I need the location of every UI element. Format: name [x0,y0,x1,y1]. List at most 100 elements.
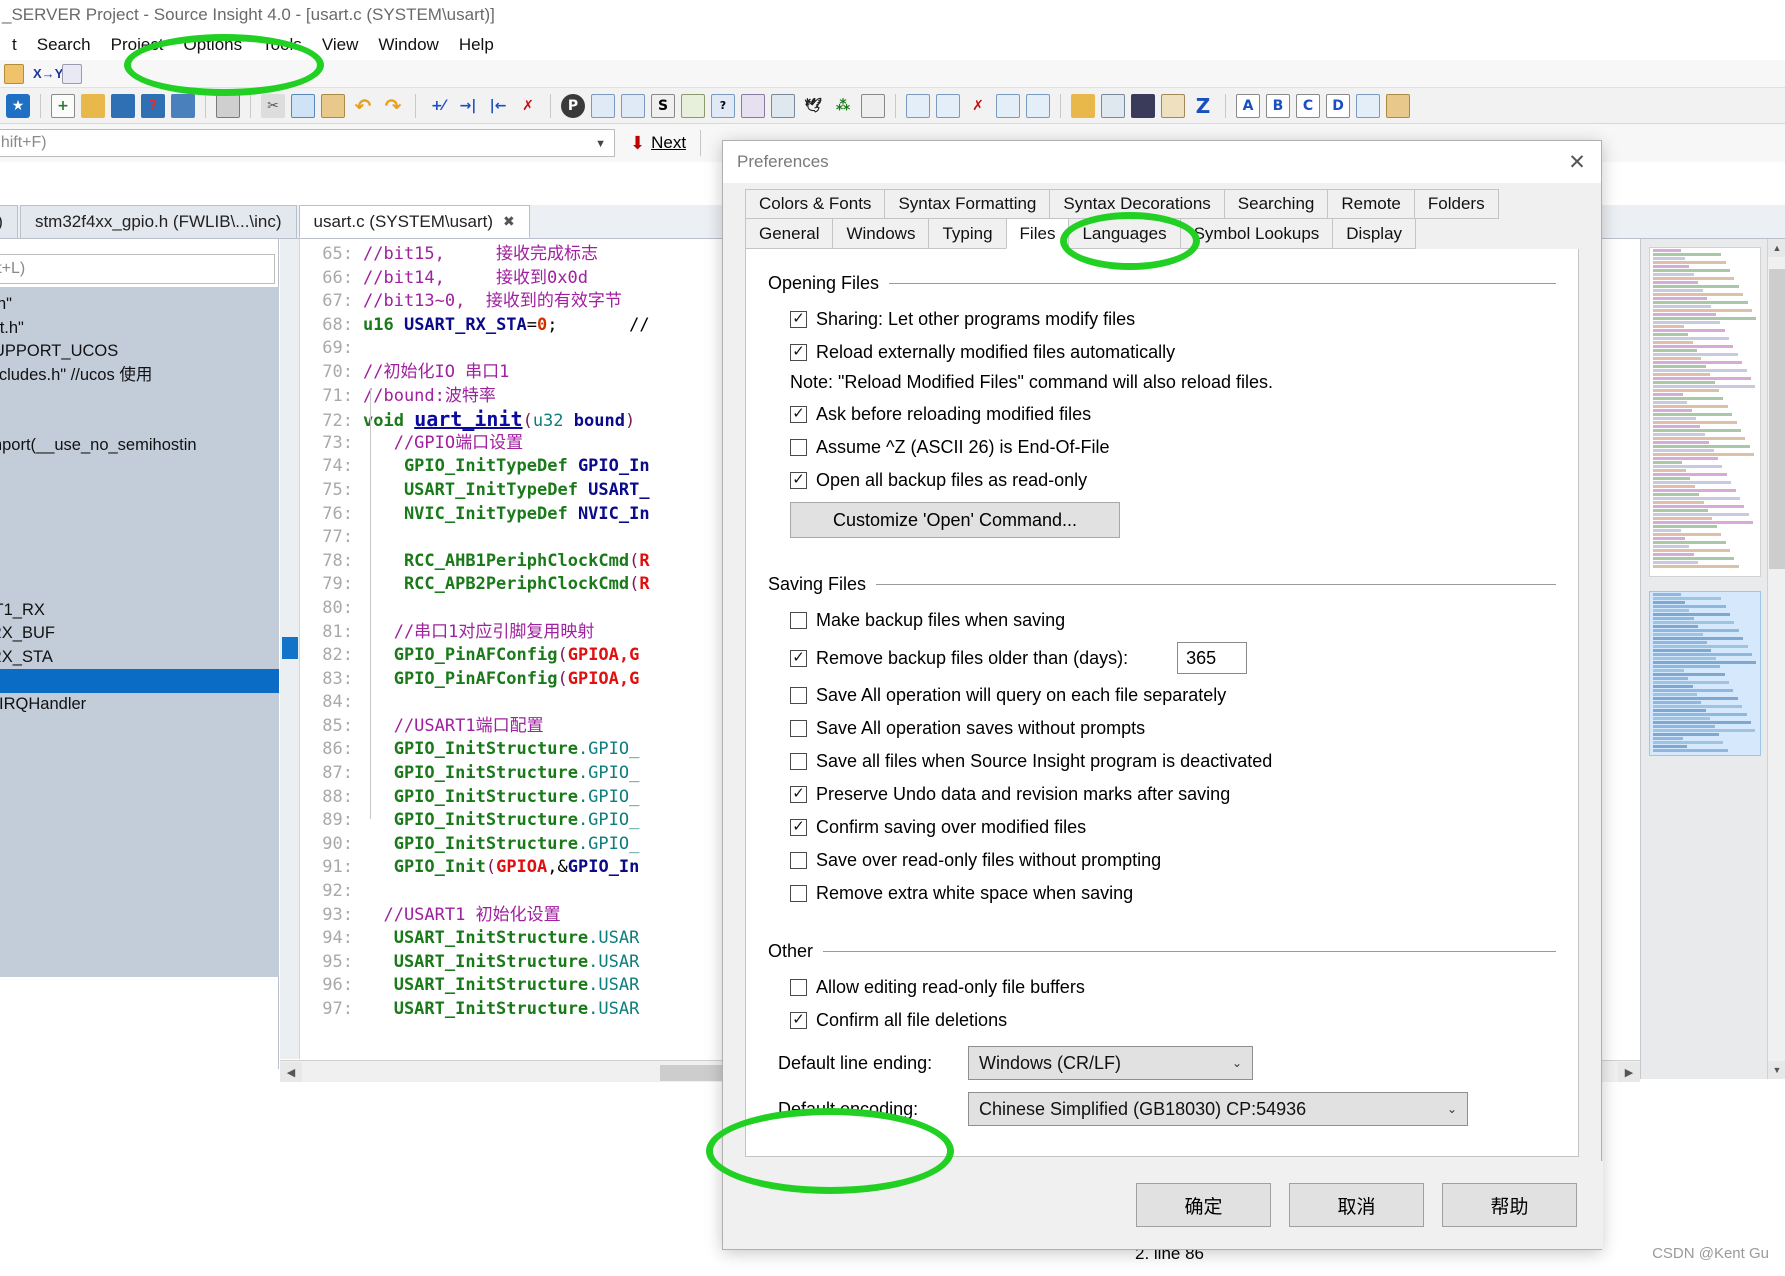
symbol-list-item[interactable]: USART1_RX [0,599,279,623]
symbol-list-item[interactable]: _exit [0,528,279,552]
close-icon[interactable]: ✖ [503,213,515,230]
scroll-left-icon[interactable]: ◀ [280,1061,302,1084]
menu-item-project[interactable]: Project [101,33,174,57]
context-window-icon[interactable]: P [561,93,585,118]
delete-icon[interactable]: ✗ [516,94,540,118]
tab-symbol-lookups[interactable]: Symbol Lookups [1179,219,1333,249]
symbol-list-item[interactable] [0,387,279,411]
checkbox-saveall-no-prompts[interactable] [790,720,807,737]
redo-icon[interactable]: ↷ [381,94,405,118]
save-as-icon[interactable]: ? [141,93,165,118]
tab-folders[interactable]: Folders [1413,189,1499,219]
symbol-search-input[interactable]: me (Alt+L) [0,254,275,284]
next-button[interactable]: ⬇ Next [630,133,686,154]
checkbox-allow-edit-readonly[interactable] [790,979,807,996]
minimap-top[interactable] [1649,247,1761,577]
symbol-list-item[interactable]: ART_RX_STA [0,646,279,670]
tab-colors-and-fonts[interactable]: Colors & Fonts [745,189,885,219]
paste-icon[interactable] [321,93,345,118]
menu-item-search[interactable]: Search [27,33,101,57]
checkbox-sharing[interactable] [790,311,807,328]
open-file-icon[interactable] [81,93,105,118]
checkbox-assume-ctrl-z[interactable] [790,439,807,456]
checkbox-reload-externally-row[interactable]: Reload externally modified files automat… [790,339,1556,366]
tab-general[interactable]: General [745,219,833,249]
checkbox-make-backup-row[interactable]: Make backup files when saving [790,607,1556,634]
symbol-list-item[interactable]: andle [0,481,279,505]
compare-files-icon[interactable] [936,93,960,118]
menu-item-tools[interactable]: Tools [252,33,312,57]
lookup-reference-icon[interactable]: ? [711,93,735,118]
relation-window-icon[interactable] [591,93,615,118]
cancel-button[interactable]: 取消 [1289,1183,1424,1227]
scroll-up-icon[interactable]: ▲ [1768,239,1785,257]
file-tab-2[interactable]: usart.c (SYSTEM\usart) ✖ [298,205,530,238]
checkbox-confirm-save-modified[interactable] [790,819,807,836]
www-search-icon[interactable] [62,63,82,84]
hscroll-track-left[interactable] [302,1061,658,1084]
menu-item-t[interactable]: t [2,33,27,57]
close-icon[interactable]: ✕ [1553,141,1601,183]
remove-file-icon[interactable]: ✗ [966,94,990,118]
symbol-list-item[interactable] [0,575,279,599]
jump-to-definition-icon[interactable] [681,93,705,118]
vscroll-thumb[interactable] [1769,269,1785,569]
checkbox-remove-old-backups-row[interactable]: Remove backup files older than (days): 3… [790,640,1556,676]
add-bookmark-icon[interactable]: +⁄ [426,94,450,118]
smart-rename-icon[interactable] [741,93,765,118]
backup-days-input[interactable]: 365 [1177,642,1248,674]
checkbox-save-readonly-no-prompt-row[interactable]: Save over read-only files without prompt… [790,847,1556,874]
style-b-icon[interactable]: B [1266,93,1290,118]
customize-open-command-button[interactable]: Customize 'Open' Command... [790,502,1120,538]
checkbox-remove-whitespace[interactable] [790,885,807,902]
tab-remote[interactable]: Remote [1327,189,1414,219]
ok-button[interactable]: 确定 [1136,1183,1271,1227]
default-encoding-select[interactable]: Chinese Simplified (GB18030) CP:54936 ⌄ [968,1092,1468,1126]
symbol-list-item[interactable]: LE [0,458,279,482]
style-panel-icon[interactable] [1356,93,1380,118]
cut-icon[interactable]: ✂ [261,93,285,118]
chevron-down-icon[interactable]: ▼ [595,138,606,150]
print-icon[interactable] [216,93,240,118]
menu-item-help[interactable]: Help [449,33,504,57]
help-button[interactable]: 帮助 [1442,1183,1577,1227]
checkbox-saveall-no-prompts-row[interactable]: Save All operation saves without prompts [790,715,1556,742]
symbol-list-item[interactable]: ART1_IRQHandler [0,693,279,717]
custom-style-icon[interactable] [1386,93,1410,118]
tab-languages[interactable]: Languages [1068,219,1180,249]
tab-searching[interactable]: Searching [1223,189,1328,219]
call-graph-icon[interactable]: ⁂ [831,94,855,118]
indent-out-icon[interactable]: |← [486,94,510,118]
checkbox-saveall-query[interactable] [790,687,807,704]
symbol-list-item[interactable]: EM_SUPPORT_UCOS [0,340,279,364]
chevron-down-icon[interactable]: ⌄ [1447,1102,1457,1116]
style-c-icon[interactable]: C [1296,93,1320,118]
symbol-list-item[interactable]: tc [0,552,279,576]
scroll-down-icon[interactable]: ▼ [1768,1061,1785,1079]
symbol-list-item[interactable]: t init [0,669,279,693]
checkbox-preserve-undo[interactable] [790,786,807,803]
browse-symbol-icon[interactable] [4,63,24,84]
minimap-selection[interactable] [1649,591,1761,756]
menu-item-options[interactable]: Options [174,33,253,57]
style-a-icon[interactable]: A [1236,93,1260,118]
checkbox-ask-before-reloading-row[interactable]: Ask before reloading modified files [790,401,1556,428]
zigzag-icon[interactable]: Z [1191,94,1215,118]
checkbox-preserve-undo-row[interactable]: Preserve Undo data and revision marks af… [790,781,1556,808]
tab-files[interactable]: Files [1005,219,1069,249]
highlight-icon[interactable] [1161,93,1185,118]
checkbox-remove-old-backups[interactable] [790,649,807,667]
checkbox-open-backup-readonly[interactable] [790,472,807,489]
symbol-list-item[interactable]: dout [0,505,279,529]
rebuild-project-icon[interactable] [996,93,1020,118]
search-file-input[interactable]: arch File (Alt+Shift+F) ▼ [0,129,615,157]
checkbox-make-backup[interactable] [790,612,807,629]
symbol-window-icon[interactable] [621,93,645,118]
symbol-list-item[interactable]: e "usart.h" [0,317,279,341]
tab-display[interactable]: Display [1332,219,1417,249]
checkbox-save-readonly-no-prompt[interactable] [790,852,807,869]
copy-icon[interactable] [291,93,315,118]
checkbox-saveall-query-row[interactable]: Save All operation will query on each fi… [790,682,1556,709]
bird-icon[interactable]: 🕊 [801,94,825,118]
checkbox-save-on-deactivate-row[interactable]: Save all files when Source Insight progr… [790,748,1556,775]
